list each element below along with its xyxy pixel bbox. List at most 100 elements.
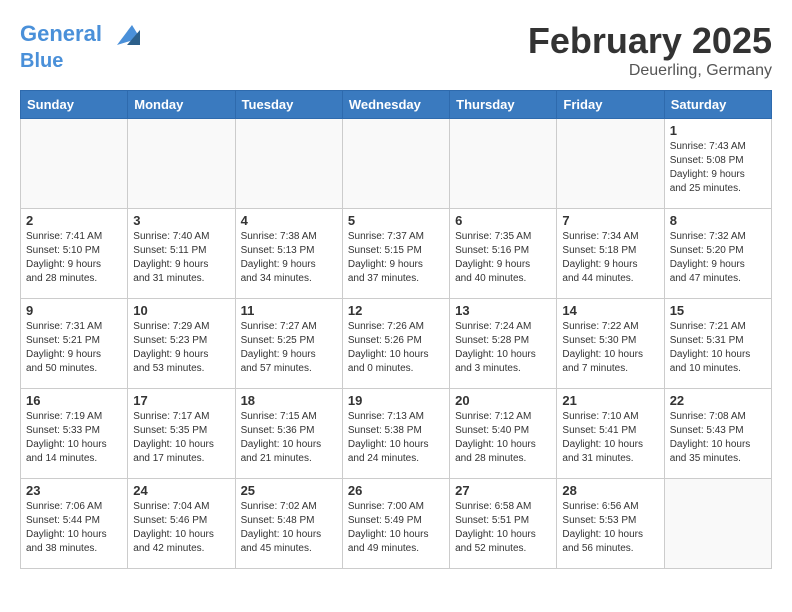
calendar-table: SundayMondayTuesdayWednesdayThursdayFrid…	[20, 90, 772, 569]
calendar-week-4: 16 Sunrise: 7:19 AM Sunset: 5:33 PM Dayli…	[21, 389, 772, 479]
calendar-cell: 8Sunrise: 7:32 AM Sunset: 5:20 PM Daylig…	[664, 209, 771, 299]
day-number: 11	[241, 303, 337, 318]
calendar-header-wednesday: Wednesday	[342, 91, 449, 119]
day-detail: Sunrise: 7:02 AM Sunset: 5:48 PM Dayligh…	[241, 500, 337, 556]
calendar-cell: 22Sunrise: 7:08 AM Sunset: 5:43 PM Dayli…	[664, 389, 771, 479]
calendar-cell: 25Sunrise: 7:02 AM Sunset: 5:48 PM Dayli…	[235, 479, 342, 569]
day-detail: Sunrise: 7:13 AM Sunset: 5:38 PM Dayligh…	[348, 410, 444, 466]
calendar-cell	[128, 119, 235, 209]
day-detail: Sunrise: 7:32 AM Sunset: 5:20 PM Dayligh…	[670, 230, 766, 286]
day-detail: Sunrise: 7:24 AM Sunset: 5:28 PM Dayligh…	[455, 320, 551, 376]
calendar-cell: 12 Sunrise: 7:26 AM Sunset: 5:26 PM Dayli…	[342, 299, 449, 389]
logo-icon	[112, 20, 142, 50]
calendar-header-thursday: Thursday	[450, 91, 557, 119]
day-number: 26	[348, 483, 444, 498]
day-detail: Sunrise: 7:34 AM Sunset: 5:18 PM Dayligh…	[562, 230, 658, 286]
day-detail: Sunrise: 7:19 AM Sunset: 5:33 PM Dayligh…	[26, 410, 122, 466]
day-number: 21	[562, 393, 658, 408]
calendar-subtitle: Deuerling, Germany	[528, 62, 772, 80]
day-detail: Sunrise: 7:27 AM Sunset: 5:25 PM Dayligh…	[241, 320, 337, 376]
day-detail: Sunrise: 7:37 AM Sunset: 5:15 PM Dayligh…	[348, 230, 444, 286]
calendar-cell: 24 Sunrise: 7:04 AM Sunset: 5:46 PM Dayli…	[128, 479, 235, 569]
day-number: 2	[26, 213, 122, 228]
calendar-header-friday: Friday	[557, 91, 664, 119]
day-detail: Sunrise: 7:26 AM Sunset: 5:26 PM Dayligh…	[348, 320, 444, 376]
calendar-cell: 5 Sunrise: 7:37 AM Sunset: 5:15 PM Daylig…	[342, 209, 449, 299]
calendar-cell	[342, 119, 449, 209]
calendar-header-monday: Monday	[128, 91, 235, 119]
calendar-week-1: 1 Sunrise: 7:43 AM Sunset: 5:08 PM Daylig…	[21, 119, 772, 209]
day-number: 20	[455, 393, 551, 408]
day-number: 23	[26, 483, 122, 498]
calendar-cell: 10 Sunrise: 7:29 AM Sunset: 5:23 PM Dayli…	[128, 299, 235, 389]
calendar-cell	[664, 479, 771, 569]
day-number: 7	[562, 213, 658, 228]
calendar-week-2: 2Sunrise: 7:41 AM Sunset: 5:10 PM Daylig…	[21, 209, 772, 299]
day-detail: Sunrise: 7:29 AM Sunset: 5:23 PM Dayligh…	[133, 320, 229, 376]
day-number: 19	[348, 393, 444, 408]
day-detail: Sunrise: 7:04 AM Sunset: 5:46 PM Dayligh…	[133, 500, 229, 556]
day-detail: Sunrise: 7:21 AM Sunset: 5:31 PM Dayligh…	[670, 320, 766, 376]
calendar-cell	[450, 119, 557, 209]
day-detail: Sunrise: 7:08 AM Sunset: 5:43 PM Dayligh…	[670, 410, 766, 466]
calendar-cell: 13 Sunrise: 7:24 AM Sunset: 5:28 PM Dayli…	[450, 299, 557, 389]
calendar-cell: 11 Sunrise: 7:27 AM Sunset: 5:25 PM Dayli…	[235, 299, 342, 389]
day-detail: Sunrise: 7:10 AM Sunset: 5:41 PM Dayligh…	[562, 410, 658, 466]
calendar-cell: 7 Sunrise: 7:34 AM Sunset: 5:18 PM Daylig…	[557, 209, 664, 299]
calendar-cell: 20 Sunrise: 7:12 AM Sunset: 5:40 PM Dayli…	[450, 389, 557, 479]
day-number: 4	[241, 213, 337, 228]
day-number: 10	[133, 303, 229, 318]
logo-blue: Blue	[20, 50, 142, 72]
day-number: 9	[26, 303, 122, 318]
logo-text: General	[20, 20, 142, 50]
day-detail: Sunrise: 6:58 AM Sunset: 5:51 PM Dayligh…	[455, 500, 551, 556]
day-number: 3	[133, 213, 229, 228]
day-number: 14	[562, 303, 658, 318]
calendar-cell: 6Sunrise: 7:35 AM Sunset: 5:16 PM Daylig…	[450, 209, 557, 299]
day-detail: Sunrise: 7:31 AM Sunset: 5:21 PM Dayligh…	[26, 320, 122, 376]
title-block: February 2025 Deuerling, Germany	[528, 20, 772, 80]
day-detail: Sunrise: 7:15 AM Sunset: 5:36 PM Dayligh…	[241, 410, 337, 466]
calendar-week-5: 23 Sunrise: 7:06 AM Sunset: 5:44 PM Dayli…	[21, 479, 772, 569]
calendar-title: February 2025	[528, 20, 772, 62]
logo-general: General	[20, 21, 102, 46]
day-number: 16	[26, 393, 122, 408]
calendar-cell: 19 Sunrise: 7:13 AM Sunset: 5:38 PM Dayli…	[342, 389, 449, 479]
calendar-header-saturday: Saturday	[664, 91, 771, 119]
day-number: 28	[562, 483, 658, 498]
calendar-cell: 17 Sunrise: 7:17 AM Sunset: 5:35 PM Dayli…	[128, 389, 235, 479]
day-detail: Sunrise: 7:40 AM Sunset: 5:11 PM Dayligh…	[133, 230, 229, 286]
calendar-cell: 27 Sunrise: 6:58 AM Sunset: 5:51 PM Dayli…	[450, 479, 557, 569]
calendar-week-3: 9 Sunrise: 7:31 AM Sunset: 5:21 PM Daylig…	[21, 299, 772, 389]
calendar-cell: 16 Sunrise: 7:19 AM Sunset: 5:33 PM Dayli…	[21, 389, 128, 479]
day-detail: Sunrise: 7:17 AM Sunset: 5:35 PM Dayligh…	[133, 410, 229, 466]
day-number: 6	[455, 213, 551, 228]
calendar-cell: 18 Sunrise: 7:15 AM Sunset: 5:36 PM Dayli…	[235, 389, 342, 479]
calendar-cell: 21 Sunrise: 7:10 AM Sunset: 5:41 PM Dayli…	[557, 389, 664, 479]
day-detail: Sunrise: 6:56 AM Sunset: 5:53 PM Dayligh…	[562, 500, 658, 556]
day-detail: Sunrise: 7:00 AM Sunset: 5:49 PM Dayligh…	[348, 500, 444, 556]
calendar-cell	[21, 119, 128, 209]
calendar-cell: 14 Sunrise: 7:22 AM Sunset: 5:30 PM Dayli…	[557, 299, 664, 389]
day-detail: Sunrise: 7:43 AM Sunset: 5:08 PM Dayligh…	[670, 140, 766, 196]
day-number: 1	[670, 123, 766, 138]
day-number: 18	[241, 393, 337, 408]
day-number: 13	[455, 303, 551, 318]
day-number: 27	[455, 483, 551, 498]
logo: General Blue	[20, 20, 142, 72]
day-detail: Sunrise: 7:38 AM Sunset: 5:13 PM Dayligh…	[241, 230, 337, 286]
day-detail: Sunrise: 7:12 AM Sunset: 5:40 PM Dayligh…	[455, 410, 551, 466]
day-detail: Sunrise: 7:22 AM Sunset: 5:30 PM Dayligh…	[562, 320, 658, 376]
day-number: 17	[133, 393, 229, 408]
calendar-cell: 23 Sunrise: 7:06 AM Sunset: 5:44 PM Dayli…	[21, 479, 128, 569]
day-number: 24	[133, 483, 229, 498]
calendar-cell	[557, 119, 664, 209]
day-number: 12	[348, 303, 444, 318]
page-header: General Blue February 2025 Deuerling, Ge…	[20, 20, 772, 80]
day-detail: Sunrise: 7:06 AM Sunset: 5:44 PM Dayligh…	[26, 500, 122, 556]
calendar-cell: 28 Sunrise: 6:56 AM Sunset: 5:53 PM Dayli…	[557, 479, 664, 569]
calendar-cell: 3 Sunrise: 7:40 AM Sunset: 5:11 PM Daylig…	[128, 209, 235, 299]
calendar-cell: 15Sunrise: 7:21 AM Sunset: 5:31 PM Dayli…	[664, 299, 771, 389]
day-number: 5	[348, 213, 444, 228]
calendar-cell: 26 Sunrise: 7:00 AM Sunset: 5:49 PM Dayli…	[342, 479, 449, 569]
